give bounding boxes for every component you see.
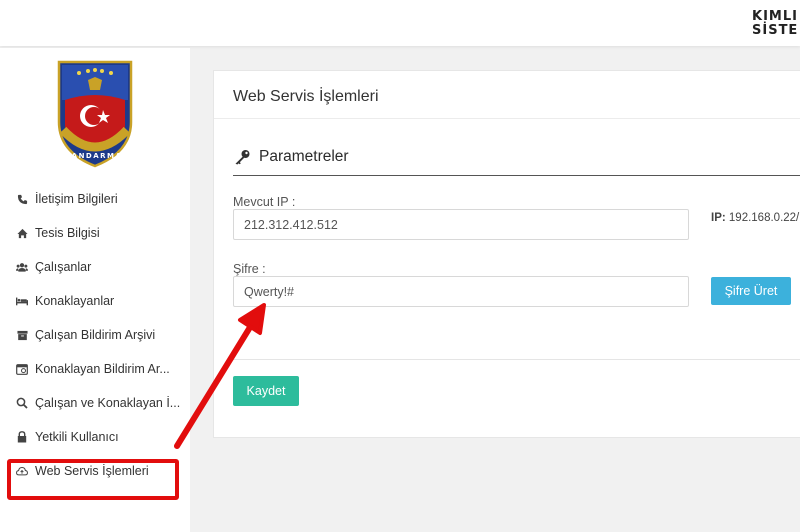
brand-line-2: SİSTE bbox=[752, 23, 799, 38]
sidebar-item-label: Tesis Bilgisi bbox=[35, 226, 100, 240]
password-label: Şifre : bbox=[233, 262, 266, 276]
web-service-panel: Web Servis İşlemleri Parametreler Mevcut… bbox=[213, 70, 800, 438]
highlight-box bbox=[7, 459, 179, 500]
sidebar-item-label: Konaklayanlar bbox=[35, 294, 115, 308]
key-icon bbox=[234, 149, 251, 165]
sidebar-item-label: Çalışan ve Konaklayan İ... bbox=[35, 396, 181, 410]
sidebar-item-employee-archive[interactable]: Çalışan Bildirim Arşivi bbox=[0, 318, 186, 352]
current-ip-field[interactable]: 212.312.412.512 bbox=[233, 209, 689, 240]
sidebar-item-label: Çalışan Bildirim Arşivi bbox=[35, 328, 156, 342]
ip-info-label: IP: bbox=[711, 212, 726, 224]
calendar-icon bbox=[16, 363, 28, 375]
search-icon bbox=[16, 397, 28, 409]
sidebar-item-label: Yetkili Kullanıcı bbox=[35, 430, 119, 444]
top-bar: KİMLİ SİSTE bbox=[0, 0, 800, 46]
archive-icon bbox=[16, 329, 28, 341]
password-field[interactable]: Qwerty!# bbox=[233, 276, 689, 307]
sidebar-item-guests[interactable]: Konaklayanlar bbox=[0, 284, 186, 318]
jandarma-emblem: JANDARMA bbox=[57, 60, 133, 168]
bed-icon bbox=[16, 295, 28, 307]
sidebar-item-contact-info[interactable]: İletişim Bilgileri bbox=[0, 182, 186, 216]
generate-password-button[interactable]: Şifre Üret bbox=[711, 277, 791, 305]
section-divider bbox=[233, 175, 800, 176]
form-divider bbox=[233, 359, 800, 360]
sidebar-item-facility-info[interactable]: Tesis Bilgisi bbox=[0, 216, 186, 250]
section-heading: Parametreler bbox=[234, 148, 349, 166]
sidebar-item-label: Konaklayan Bildirim Ar... bbox=[35, 362, 170, 376]
page-title: Web Servis İşlemleri bbox=[233, 88, 379, 105]
home-icon bbox=[16, 227, 28, 239]
ip-info: IP: 192.168.0.22/ bbox=[711, 212, 799, 224]
brand-line-1: KİMLİ bbox=[752, 10, 798, 24]
ip-info-value: 192.168.0.22/ bbox=[728, 212, 800, 224]
users-icon bbox=[16, 261, 28, 273]
current-ip-label: Mevcut IP : bbox=[233, 195, 296, 209]
svg-text:JANDARMA: JANDARMA bbox=[67, 152, 123, 160]
phone-icon bbox=[16, 193, 28, 205]
sidebar-item-guest-archive[interactable]: Konaklayan Bildirim Ar... bbox=[0, 352, 186, 386]
panel-header: Web Servis İşlemleri bbox=[214, 71, 800, 119]
sidebar-item-label: Çalışanlar bbox=[35, 260, 92, 274]
save-button[interactable]: Kaydet bbox=[233, 376, 299, 406]
brand-logo-text: KİMLİ SİSTE bbox=[752, 10, 800, 38]
sidebar-item-employees[interactable]: Çalışanlar bbox=[0, 250, 186, 284]
sidebar-item-authorized-user[interactable]: Yetkili Kullanıcı bbox=[0, 420, 186, 454]
section-title: Parametreler bbox=[259, 148, 349, 165]
sidebar-item-label: İletişim Bilgileri bbox=[35, 192, 118, 206]
lock-icon bbox=[16, 431, 28, 443]
sidebar-item-employee-guest-search[interactable]: Çalışan ve Konaklayan İ... bbox=[0, 386, 186, 420]
